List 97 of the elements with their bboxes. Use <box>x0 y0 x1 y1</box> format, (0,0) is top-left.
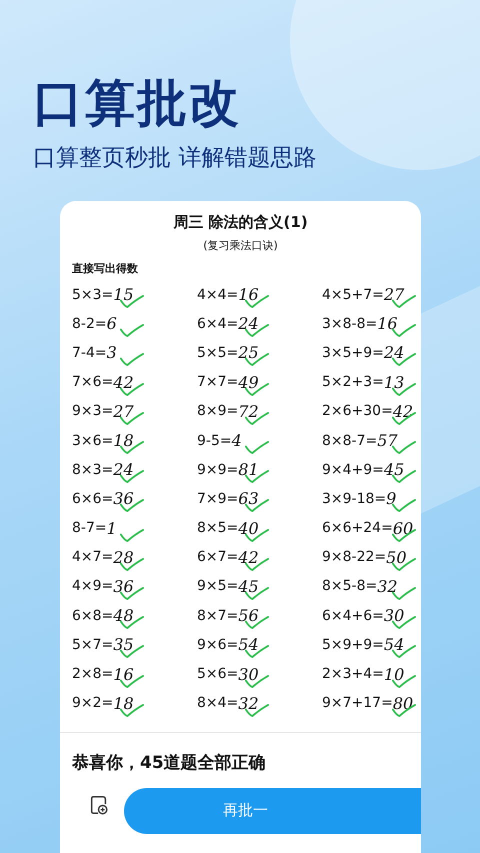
handwritten-answer: 50 <box>386 548 407 567</box>
handwritten-answer: 56 <box>238 606 259 626</box>
handwritten-answer: 16 <box>377 314 398 334</box>
math-expression: 4×9= <box>72 578 114 594</box>
handwritten-answer: 32 <box>377 576 398 596</box>
handwritten-answer: 54 <box>238 635 259 654</box>
math-expression: 3×6= <box>72 432 114 449</box>
math-expression: 8×5-8= <box>322 578 378 594</box>
handwritten-answer: 27 <box>113 402 134 421</box>
math-expression: 5×3= <box>72 286 114 303</box>
handwritten-answer: 57 <box>377 431 398 450</box>
handwritten-answer: 24 <box>113 460 134 480</box>
handwritten-answer: 45 <box>238 576 259 596</box>
handwritten-answer: 35 <box>113 635 134 654</box>
math-expression: 8×9= <box>197 403 238 420</box>
handwritten-answer: 9 <box>386 489 396 508</box>
handwritten-answer: 10 <box>384 664 404 684</box>
handwritten-answer: 18 <box>113 694 134 713</box>
handwritten-answer: 30 <box>238 664 259 684</box>
handwritten-answer: 60 <box>392 518 414 538</box>
math-expression: 4×5+7= <box>322 286 384 303</box>
handwritten-answer: 54 <box>384 635 404 654</box>
handwritten-answer: 16 <box>113 664 134 684</box>
handwritten-answer: 18 <box>113 431 134 450</box>
recheck-button[interactable]: 再批一 <box>124 788 421 834</box>
math-expression: 2×6+30= <box>322 403 393 420</box>
handwritten-answer: 32 <box>238 694 259 713</box>
handwritten-answer: 24 <box>238 314 259 334</box>
handwritten-answer: 27 <box>384 285 404 304</box>
handwritten-answer: 16 <box>238 285 259 304</box>
handwritten-answer: 6 <box>106 314 117 334</box>
result-message: 恭喜你，45道题全部正确 <box>72 752 267 774</box>
handwritten-answer: 30 <box>384 606 404 626</box>
math-expression: 8-7= <box>72 520 107 536</box>
handwritten-answer: 25 <box>238 343 259 362</box>
math-expression: 6×8= <box>72 608 114 624</box>
math-expression: 3×8-8= <box>322 316 378 332</box>
handwritten-answer: 4 <box>232 431 242 450</box>
worksheet-title: 周三 除法的含义(1) <box>173 213 308 232</box>
math-expression: 9×8-22= <box>322 549 386 566</box>
math-expression: 7×9= <box>197 490 238 507</box>
math-expression: 8×8-7= <box>322 432 378 449</box>
math-expression: 9-5= <box>197 432 232 449</box>
math-expression: 9×9= <box>197 462 238 478</box>
handwritten-answer: 36 <box>113 576 134 596</box>
handwritten-answer: 36 <box>113 489 134 508</box>
math-expression: 2×3+4= <box>322 666 384 682</box>
math-expression: 5×6= <box>197 666 238 682</box>
handwritten-answer: 24 <box>384 343 404 362</box>
math-expression: 7×6= <box>72 374 114 390</box>
math-expression: 6×4= <box>197 316 238 332</box>
math-expression: 3×5+9= <box>322 344 384 361</box>
headline: 口算批改 <box>33 74 242 132</box>
handwritten-answer: 42 <box>113 372 134 392</box>
math-expression: 6×7= <box>197 549 238 566</box>
handwritten-answer: 42 <box>238 548 259 567</box>
math-expression: 4×4= <box>197 286 238 303</box>
math-expression: 8×4= <box>197 695 238 712</box>
math-expression: 9×3= <box>72 403 114 420</box>
handwritten-answer: 28 <box>113 548 134 567</box>
tagline: 口算整页秒批 详解错题思路 <box>33 144 318 173</box>
math-expression: 8×3= <box>72 462 114 478</box>
handwritten-answer: 13 <box>384 372 404 392</box>
math-expression: 2×8= <box>72 666 114 682</box>
math-expression: 7-4= <box>72 344 107 361</box>
math-expression: 8×5= <box>197 520 238 536</box>
math-expression: 6×4+6= <box>322 608 384 624</box>
handwritten-answer: 72 <box>238 402 259 421</box>
worksheet-subtitle: (复习乘法口诀) <box>203 238 278 253</box>
handwritten-answer: 15 <box>113 285 134 304</box>
math-expression: 9×6= <box>197 636 238 653</box>
math-expression: 5×7= <box>72 636 114 653</box>
math-expression: 5×9+9= <box>322 636 384 653</box>
math-expression: 6×6= <box>72 490 114 507</box>
math-expression: 6×6+24= <box>322 520 393 536</box>
math-expression: 9×7+17= <box>322 695 393 712</box>
handwritten-answer: 49 <box>238 372 259 392</box>
math-expression: 7×7= <box>197 374 238 390</box>
math-expression: 8-2= <box>72 316 107 332</box>
handwritten-answer: 45 <box>384 460 404 480</box>
document-plus-icon[interactable] <box>88 794 110 816</box>
handwritten-answer: 63 <box>238 489 259 508</box>
math-expression: 9×4+9= <box>322 462 384 478</box>
math-expression: 9×5= <box>197 578 238 594</box>
handwritten-answer: 1 <box>106 518 117 538</box>
worksheet-instruction: 直接写出得数 <box>72 261 139 276</box>
handwritten-answer: 81 <box>238 460 259 480</box>
handwritten-answer: 48 <box>113 606 134 626</box>
handwritten-answer: 80 <box>392 694 414 713</box>
math-expression: 5×5= <box>197 344 238 361</box>
math-expression: 4×7= <box>72 549 114 566</box>
math-expression: 8×7= <box>197 608 238 624</box>
handwritten-answer: 3 <box>106 343 117 362</box>
handwritten-answer: 40 <box>238 518 259 538</box>
math-expression: 3×9-18= <box>322 490 386 507</box>
math-expression: 5×2+3= <box>322 374 384 390</box>
math-expression: 9×2= <box>72 695 114 712</box>
